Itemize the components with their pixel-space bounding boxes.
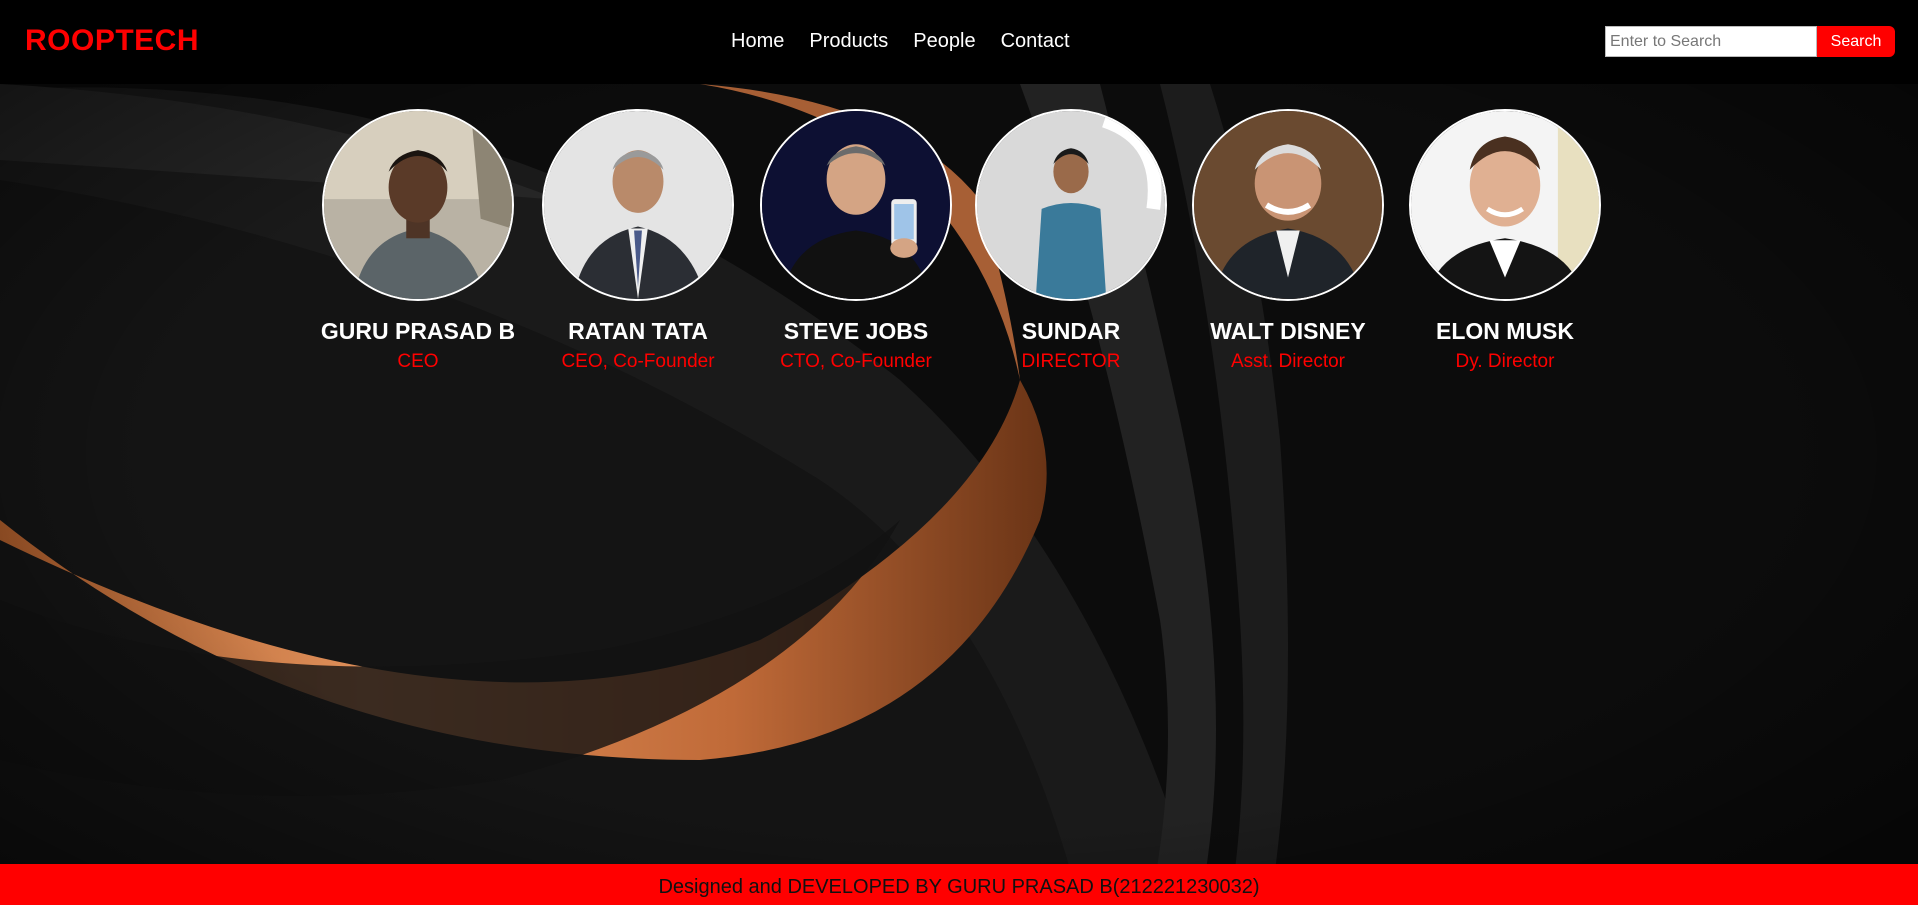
avatar-photo (542, 109, 734, 301)
search-button[interactable]: Search (1817, 26, 1895, 57)
person-name: STEVE JOBS (783, 318, 929, 344)
main-nav: Home Products People Contact (731, 30, 1070, 53)
person-card: RATAN TATA CEO, Co-Founder (533, 109, 743, 373)
top-navbar: ROOPTECH Home Products People Contact Se… (0, 0, 1918, 84)
person-card: GURU PRASAD B CEO (313, 109, 523, 373)
search-input[interactable] (1605, 26, 1817, 57)
person-role: CEO (397, 351, 439, 372)
person-role: CTO, Co-Founder (780, 351, 932, 372)
person-card: STEVE JOBS CTO, Co-Founder (751, 109, 961, 373)
page: ROOPTECH Home Products People Contact Se… (0, 0, 1918, 905)
person-role: Dy. Director (1455, 351, 1555, 372)
brand-logo[interactable]: ROOPTECH (25, 24, 199, 58)
person-name: ELON MUSK (1436, 318, 1574, 344)
person-role: DIRECTOR (1021, 351, 1121, 372)
footer-bar: Designed and DEVELOPED BY GURU PRASAD B(… (0, 864, 1918, 905)
person-role: Asst. Director (1230, 351, 1346, 372)
person-name: WALT DISNEY (1210, 318, 1366, 344)
person-name: SUNDAR (1021, 318, 1121, 344)
nav-home-link[interactable]: Home (731, 30, 784, 53)
avatar-photo (322, 109, 514, 301)
nav-people-link[interactable]: People (913, 30, 975, 53)
person-card: ELON MUSK Dy. Director (1400, 109, 1610, 373)
person-card: SUNDAR DIRECTOR (966, 109, 1176, 373)
person-card: WALT DISNEY Asst. Director (1183, 109, 1393, 373)
person-name: RATAN TATA (568, 318, 708, 344)
nav-contact-link[interactable]: Contact (1001, 30, 1070, 53)
person-role: CEO, Co-Founder (561, 351, 715, 372)
avatar-photo (975, 109, 1167, 301)
footer-credit-text: Designed and DEVELOPED BY GURU PRASAD B(… (658, 876, 1260, 898)
nav-products-link[interactable]: Products (809, 30, 888, 53)
avatar-photo (1409, 109, 1601, 301)
person-name: GURU PRASAD B (320, 318, 516, 344)
avatar-photo (760, 109, 952, 301)
avatar-photo (1192, 109, 1384, 301)
